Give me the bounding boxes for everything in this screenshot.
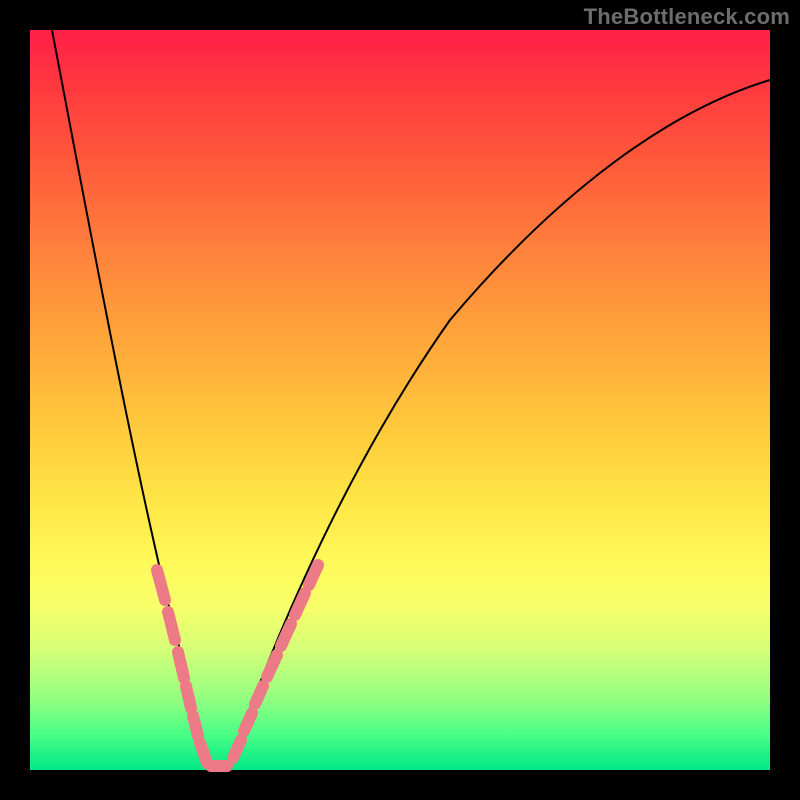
- marker-dot: [200, 743, 207, 763]
- marker-dot: [267, 655, 277, 677]
- highlight-markers: [157, 565, 318, 766]
- marker-dot: [168, 612, 175, 640]
- chart-frame: TheBottleneck.com: [0, 0, 800, 800]
- marker-dot: [233, 740, 241, 758]
- marker-dot: [157, 570, 165, 600]
- bottleneck-curve: [52, 30, 770, 769]
- chart-svg: [30, 30, 770, 770]
- plot-area: [30, 30, 770, 770]
- marker-dot: [244, 713, 252, 731]
- marker-dot: [255, 686, 263, 704]
- marker-dot: [309, 565, 318, 585]
- marker-dot: [178, 652, 184, 678]
- watermark-text: TheBottleneck.com: [584, 4, 790, 30]
- marker-dot: [193, 716, 198, 736]
- marker-dot: [186, 686, 191, 708]
